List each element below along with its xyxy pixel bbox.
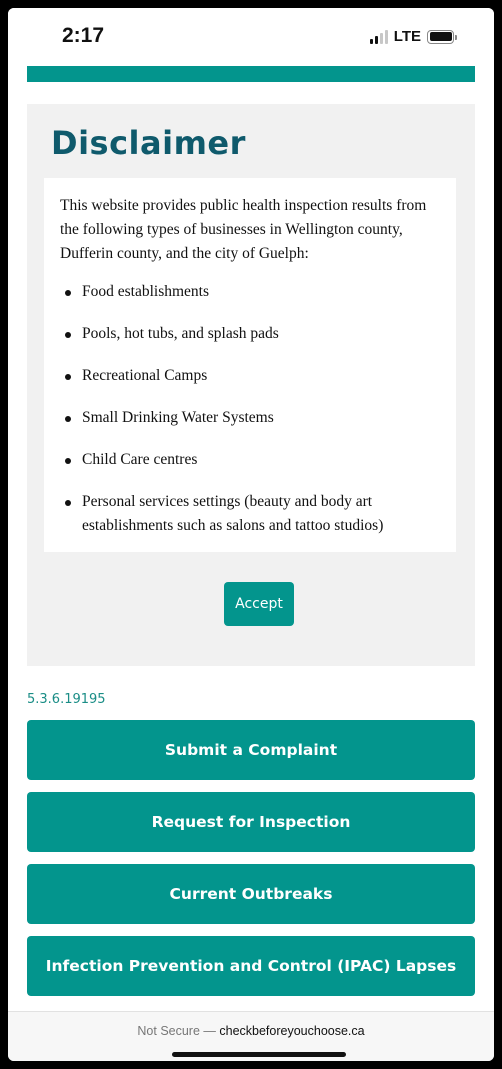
home-indicator[interactable] [172, 1052, 346, 1057]
network-label: LTE [393, 28, 421, 45]
disclaimer-content: This website provides public health insp… [44, 178, 456, 552]
list-item: Food establishments [60, 280, 440, 304]
header-strip [27, 66, 475, 82]
request-inspection-button[interactable]: Request for Inspection [27, 792, 475, 852]
list-item: Recreational Camps [60, 364, 440, 388]
current-outbreaks-button[interactable]: Current Outbreaks [27, 864, 475, 924]
signal-icon [369, 29, 388, 44]
ipac-lapses-button[interactable]: Infection Prevention and Control (IPAC) … [27, 936, 475, 996]
disclaimer-intro: This website provides public health insp… [60, 197, 427, 262]
phone-screen: 2:17 LTE Disclaimer This website provide… [8, 8, 494, 1061]
version-label: 5.3.6.19195 [27, 692, 106, 707]
battery-icon [427, 29, 457, 44]
disclaimer-title: Disclaimer [51, 124, 246, 162]
list-item: Personal services settings (beauty and b… [60, 490, 440, 538]
business-type-list: Food establishments Pools, hot tubs, and… [60, 280, 440, 538]
list-item: Child Care centres [60, 448, 440, 472]
url-domain: checkbeforeyouchoose.ca [219, 1024, 365, 1038]
list-item: Pools, hot tubs, and splash pads [60, 322, 440, 346]
security-label: Not Secure — [137, 1024, 220, 1038]
status-bar: 2:17 LTE [8, 8, 494, 64]
status-time: 2:17 [62, 24, 105, 47]
disclaimer-panel: Disclaimer This website provides public … [27, 104, 475, 666]
list-item: Small Drinking Water Systems [60, 406, 440, 430]
status-indicators: LTE [369, 28, 457, 45]
accept-button[interactable]: Accept [224, 582, 294, 626]
submit-complaint-button[interactable]: Submit a Complaint [27, 720, 475, 780]
url-text[interactable]: Not Secure — checkbeforeyouchoose.ca [8, 1024, 494, 1038]
